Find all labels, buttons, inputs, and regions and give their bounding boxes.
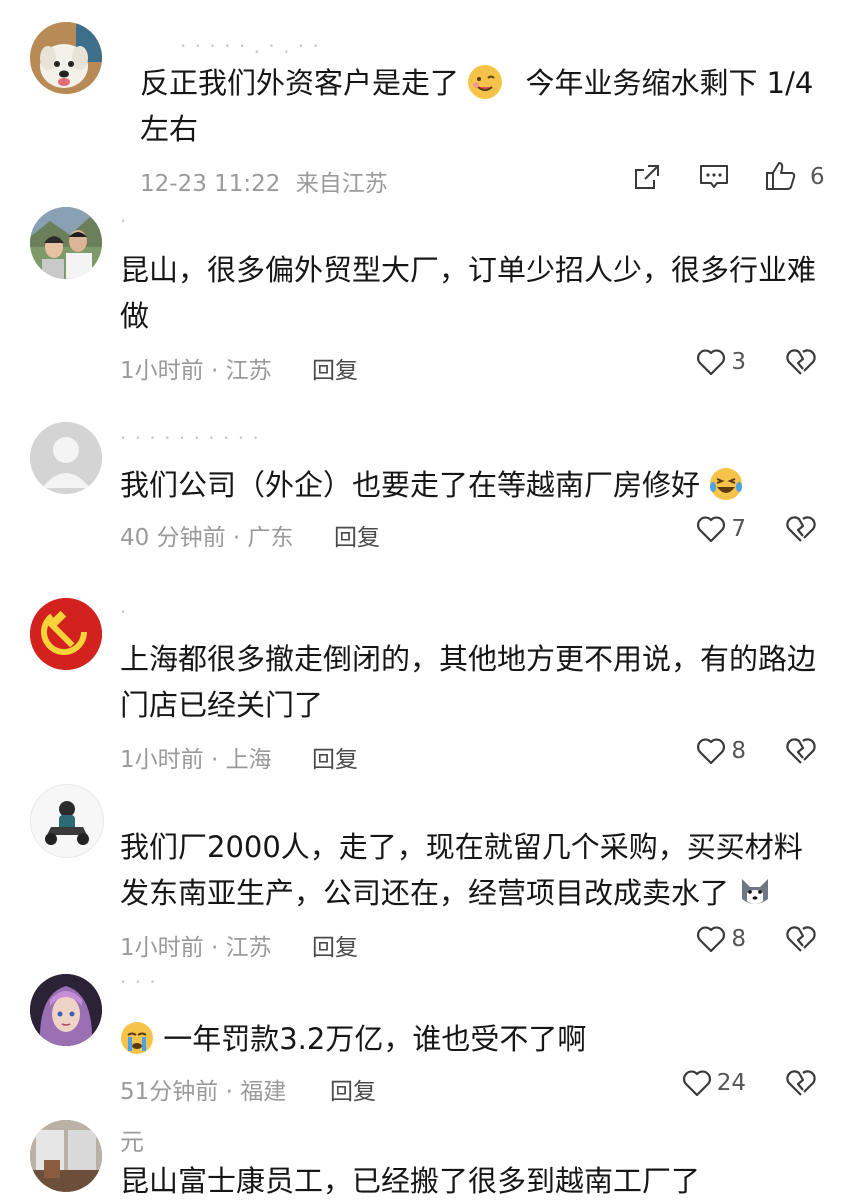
heart-icon [697, 926, 726, 953]
like-count: 8 [731, 926, 746, 952]
comment-time: 1小时前 [120, 935, 204, 961]
share-icon[interactable] [632, 162, 662, 196]
like-count: 3 [731, 349, 746, 375]
comment-text-line-2: 发东南亚生产，公司还在，经营项目改成卖水了 [120, 876, 730, 910]
comment-text-line-1: 昆山，很多偏外贸型大厂，订单少招人少，很多行业难 [120, 253, 817, 287]
avatar[interactable] [30, 974, 102, 1046]
heart-icon [697, 738, 726, 765]
like-count: 6 [810, 164, 825, 190]
comment-1: · · · · · . · . · · 反正我们外资客户是走了 今年业务缩水剩下… [0, 0, 846, 205]
avatar[interactable] [30, 422, 102, 494]
comment-7: 元 昆山富士康员工，已经搬了很多到越南工厂了 [0, 1112, 846, 1200]
broken-heart-icon[interactable] [784, 736, 818, 770]
comment-time: 40 分钟前 [120, 525, 226, 551]
comment-text-part-1: 反正我们外资客户是走了 [140, 66, 460, 100]
avatar[interactable] [30, 598, 102, 670]
thumbs-up-icon[interactable] [764, 160, 798, 196]
comment-meta: 1小时前 · 上海 [120, 747, 272, 773]
comment-text-line-2: 做 [120, 299, 150, 333]
like-button[interactable]: 8 [695, 924, 746, 954]
comment-text: 一年罚款3.2万亿，谁也受不了啊 [120, 1016, 820, 1062]
comment-time: 12-23 11:22 [140, 171, 281, 197]
husky-emoji [738, 875, 772, 909]
broken-heart-icon[interactable] [784, 1068, 818, 1102]
like-count: 7 [731, 516, 746, 542]
like-button[interactable]: 7 [695, 514, 746, 544]
comment-text: 我们厂2000人，走了，现在就留几个采购，买买材料 发东南亚生产，公司还在，经营… [120, 824, 820, 916]
default-avatar-icon [30, 422, 102, 494]
like-button[interactable]: 8 [695, 736, 746, 766]
hammer-sickle-avatar-image [30, 598, 102, 670]
comment-meta: 51分钟前 · 福建 [120, 1079, 287, 1105]
username[interactable]: · [120, 600, 127, 624]
comment-location: 江苏 [225, 935, 272, 961]
reply-button[interactable]: 回复 [312, 928, 358, 962]
avatar[interactable] [30, 207, 102, 279]
comment-location: 广东 [247, 525, 294, 551]
broken-heart-icon[interactable] [784, 514, 818, 548]
dog-avatar-image [30, 22, 102, 94]
comment-text-line-2: 门店已经关门了 [120, 688, 324, 722]
comment-4: · 上海都很多撤走倒闭的，其他地方更不用说，有的路边 门店已经关门了 1小时前 … [0, 588, 846, 788]
comment-3: · · · · · · · · · · 我们公司（外企）也要走了在等越南厂房修好… [0, 412, 846, 582]
avatar[interactable] [30, 784, 104, 858]
scooter-avatar-image [31, 785, 103, 857]
broken-heart-icon[interactable] [784, 347, 818, 381]
like-count: 8 [731, 738, 746, 764]
comment-time: 1小时前 [120, 358, 204, 384]
crying-emoji [120, 1021, 154, 1055]
laughing-tears-emoji [709, 467, 743, 501]
username[interactable]: 元 [120, 1122, 145, 1157]
comment-text-line-1: 一年罚款3.2万亿，谁也受不了啊 [163, 1022, 587, 1056]
comment-time: 51分钟前 [120, 1079, 219, 1105]
comment-text-line-1: 我们公司（外企）也要走了在等越南厂房修好 [120, 468, 701, 502]
username[interactable]: · · · [120, 970, 157, 994]
comment-icon[interactable] [698, 162, 730, 196]
reply-button[interactable]: 回复 [312, 740, 358, 774]
comment-text: 昆山富士康员工，已经搬了很多到越南工厂了 [120, 1158, 820, 1204]
comment-meta: 12-23 11:22 来自江苏 [140, 164, 388, 198]
broken-heart-icon[interactable] [784, 924, 818, 958]
comment-meta: 1小时前 · 江苏 [120, 935, 272, 961]
comment-text-line-1: 我们厂2000人，走了，现在就留几个采购，买买材料 [120, 830, 803, 864]
anime-girl-avatar-image [30, 974, 102, 1046]
comment-text: 上海都很多撤走倒闭的，其他地方更不用说，有的路边 门店已经关门了 [120, 636, 820, 728]
comment-5: 我们厂2000人，走了，现在就留几个采购，买买材料 发东南亚生产，公司还在，经营… [0, 780, 846, 970]
comment-text: 反正我们外资客户是走了 今年业务缩水剩下 1/4 左右 [140, 60, 840, 152]
reply-button[interactable]: 回复 [334, 518, 380, 552]
comment-location: 上海 [225, 747, 272, 773]
yum-emoji [468, 65, 503, 99]
comment-text-part-3: 左右 [140, 112, 199, 146]
comment-text: 昆山，很多偏外贸型大厂，订单少招人少，很多行业难 做 [120, 247, 820, 339]
heart-icon [697, 349, 726, 376]
comment-location: 江苏 [225, 358, 272, 384]
comment-location: 来自江苏 [295, 171, 388, 197]
comment-6: · · · 一年罚款3.2万亿，谁也受不了啊 51分钟前 · 福建 回复 24 [0, 968, 846, 1118]
like-count: 24 [716, 1070, 746, 1096]
comment-meta: 40 分钟前 · 广东 [120, 525, 294, 551]
comment-2: · 昆山，很多偏外贸型大厂，订单少招人少，很多行业难 做 1小时前 · 江苏 回… [0, 205, 846, 405]
comment-text-line-1: 上海都很多撤走倒闭的，其他地方更不用说，有的路边 [120, 642, 817, 676]
couple-avatar-image [30, 207, 102, 279]
reply-button[interactable]: 回复 [312, 351, 358, 385]
reply-button[interactable]: 回复 [330, 1072, 376, 1106]
comment-text-line-1: 昆山富士康员工，已经搬了很多到越南工厂了 [120, 1164, 701, 1198]
username[interactable]: · [120, 209, 127, 233]
username[interactable]: · · · · · . · . · · [180, 34, 320, 58]
comment-text: 我们公司（外企）也要走了在等越南厂房修好 [120, 462, 820, 508]
heart-icon [697, 516, 726, 543]
comment-meta: 1小时前 · 江苏 [120, 358, 272, 384]
comment-location: 福建 [240, 1079, 287, 1105]
avatar[interactable] [30, 1120, 102, 1192]
like-button[interactable]: 3 [695, 347, 746, 377]
heart-icon [682, 1070, 711, 1097]
room-avatar-image [30, 1120, 102, 1192]
like-button[interactable]: 24 [681, 1068, 746, 1098]
comment-time: 1小时前 [120, 747, 204, 773]
avatar[interactable] [30, 22, 102, 94]
comment-text-part-2: 今年业务缩水剩下 1/4 [525, 66, 814, 100]
username[interactable]: · · · · · · · · · · [120, 426, 260, 450]
